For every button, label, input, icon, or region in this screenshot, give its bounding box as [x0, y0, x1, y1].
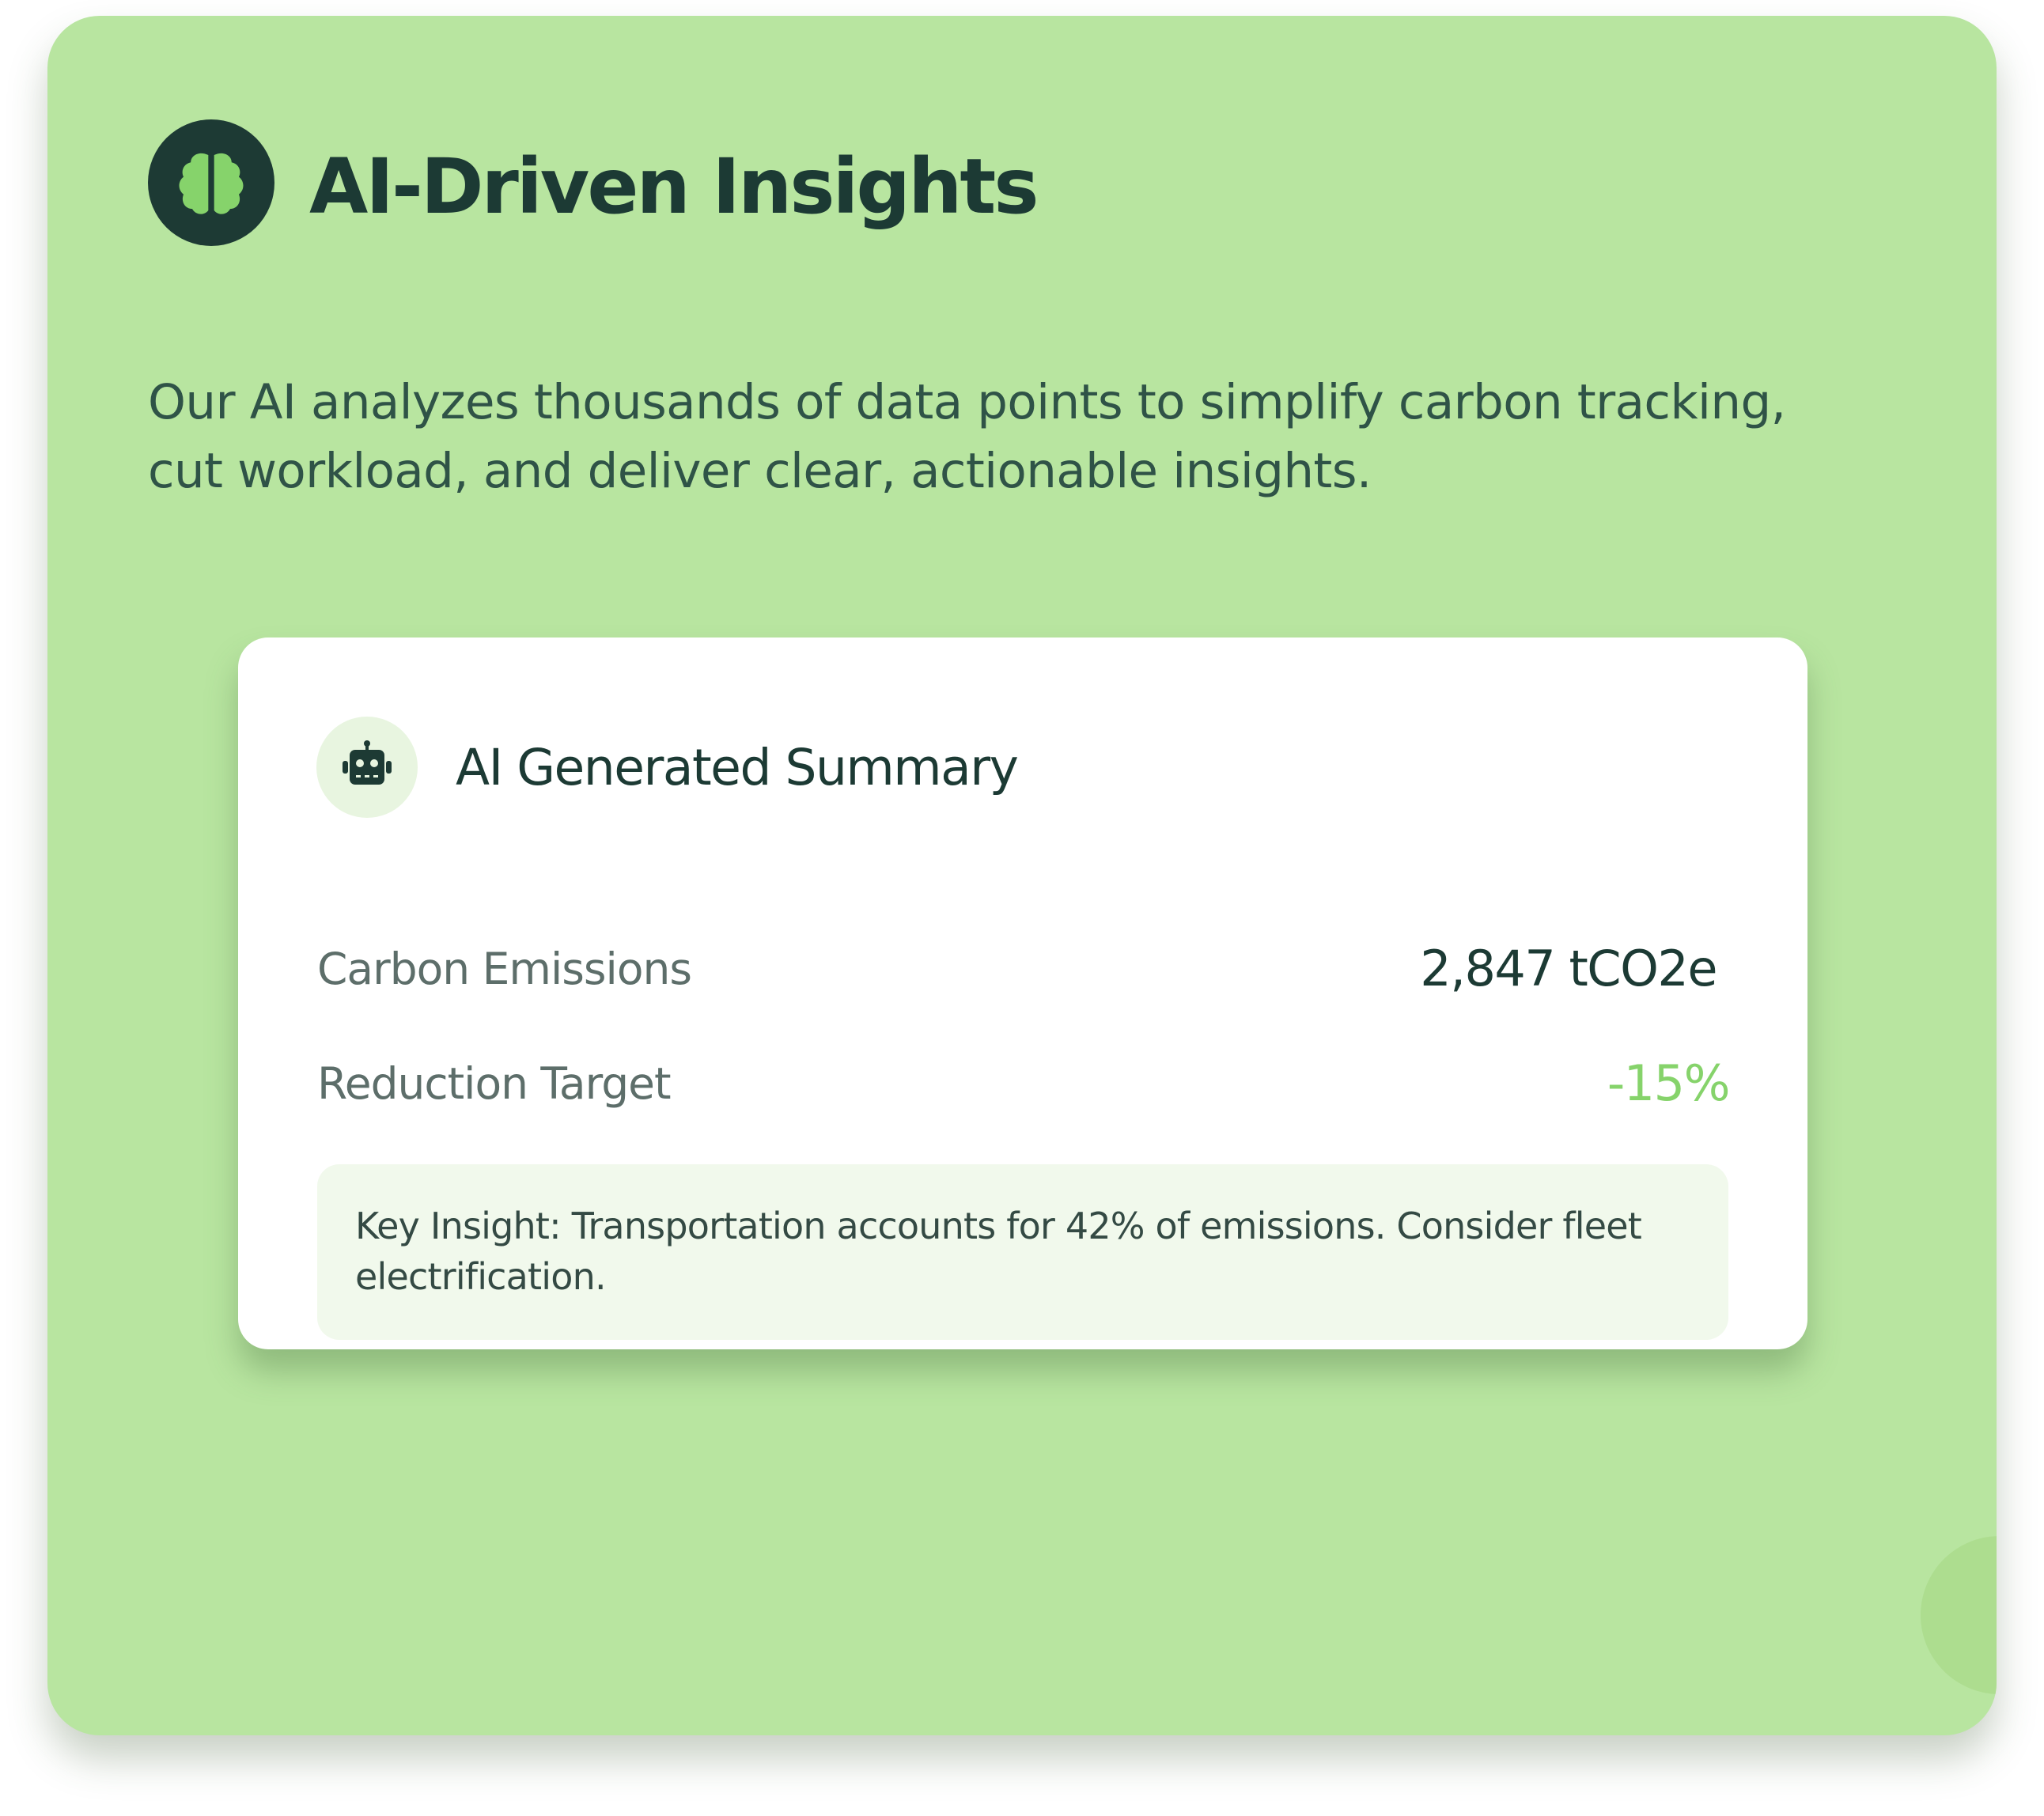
key-insight-label: Key Insight:	[355, 1205, 562, 1247]
decorative-circle	[1921, 1536, 1997, 1694]
carbon-emissions-label: Carbon Emissions	[317, 944, 692, 994]
description-text: Our AI analyzes thousands of data points…	[148, 374, 1786, 499]
robot-icon	[316, 717, 418, 818]
brain-icon	[148, 119, 274, 246]
carbon-emissions-value: 2,847 tCO2e	[1420, 940, 1717, 997]
page-title: AI-Driven Insights	[309, 142, 1039, 231]
reduction-target-label: Reduction Target	[317, 1058, 672, 1109]
ai-insights-card: AI-Driven Insights Our AI analyzes thous…	[47, 16, 1997, 1735]
summary-title: AI Generated Summary	[456, 739, 1019, 796]
reduction-target-value: -15%	[1607, 1054, 1731, 1112]
ai-summary-panel: AI Generated Summary Carbon Emissions 2,…	[238, 637, 1807, 1349]
key-insight-box: Key Insight: Transportation accounts for …	[317, 1164, 1728, 1340]
